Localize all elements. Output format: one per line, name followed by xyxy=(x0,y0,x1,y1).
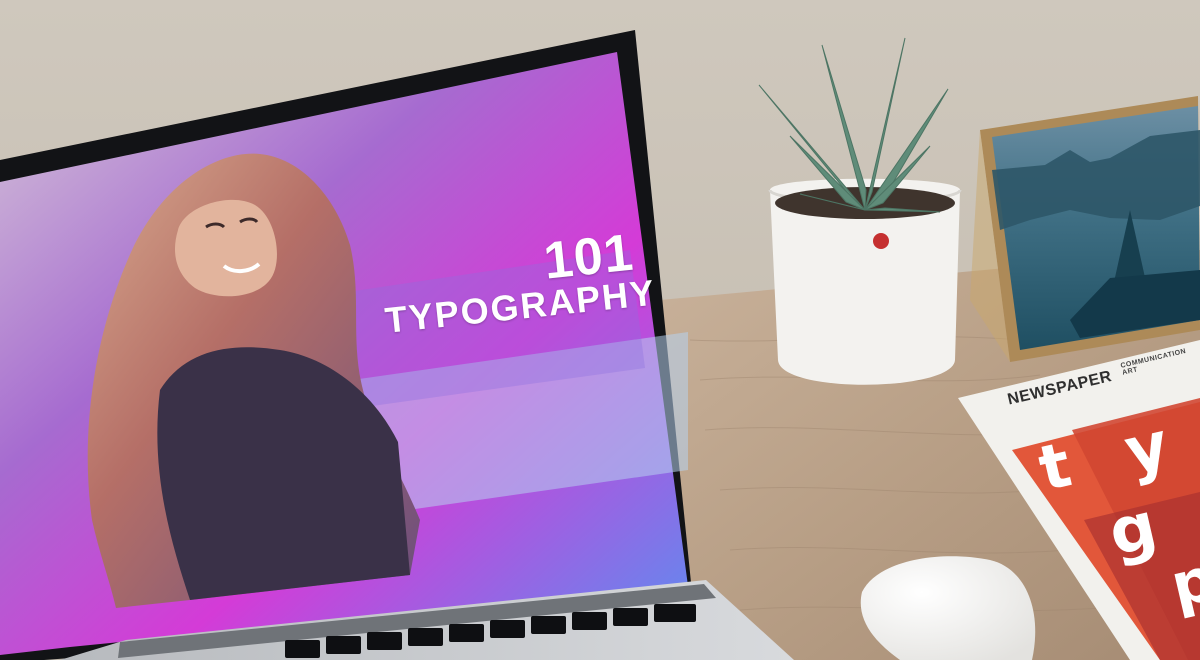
mouse xyxy=(860,556,1036,660)
desk-scene: 101 TYPOGRAPHY NEWSPAPER COMMUNICATION A… xyxy=(0,0,1200,660)
